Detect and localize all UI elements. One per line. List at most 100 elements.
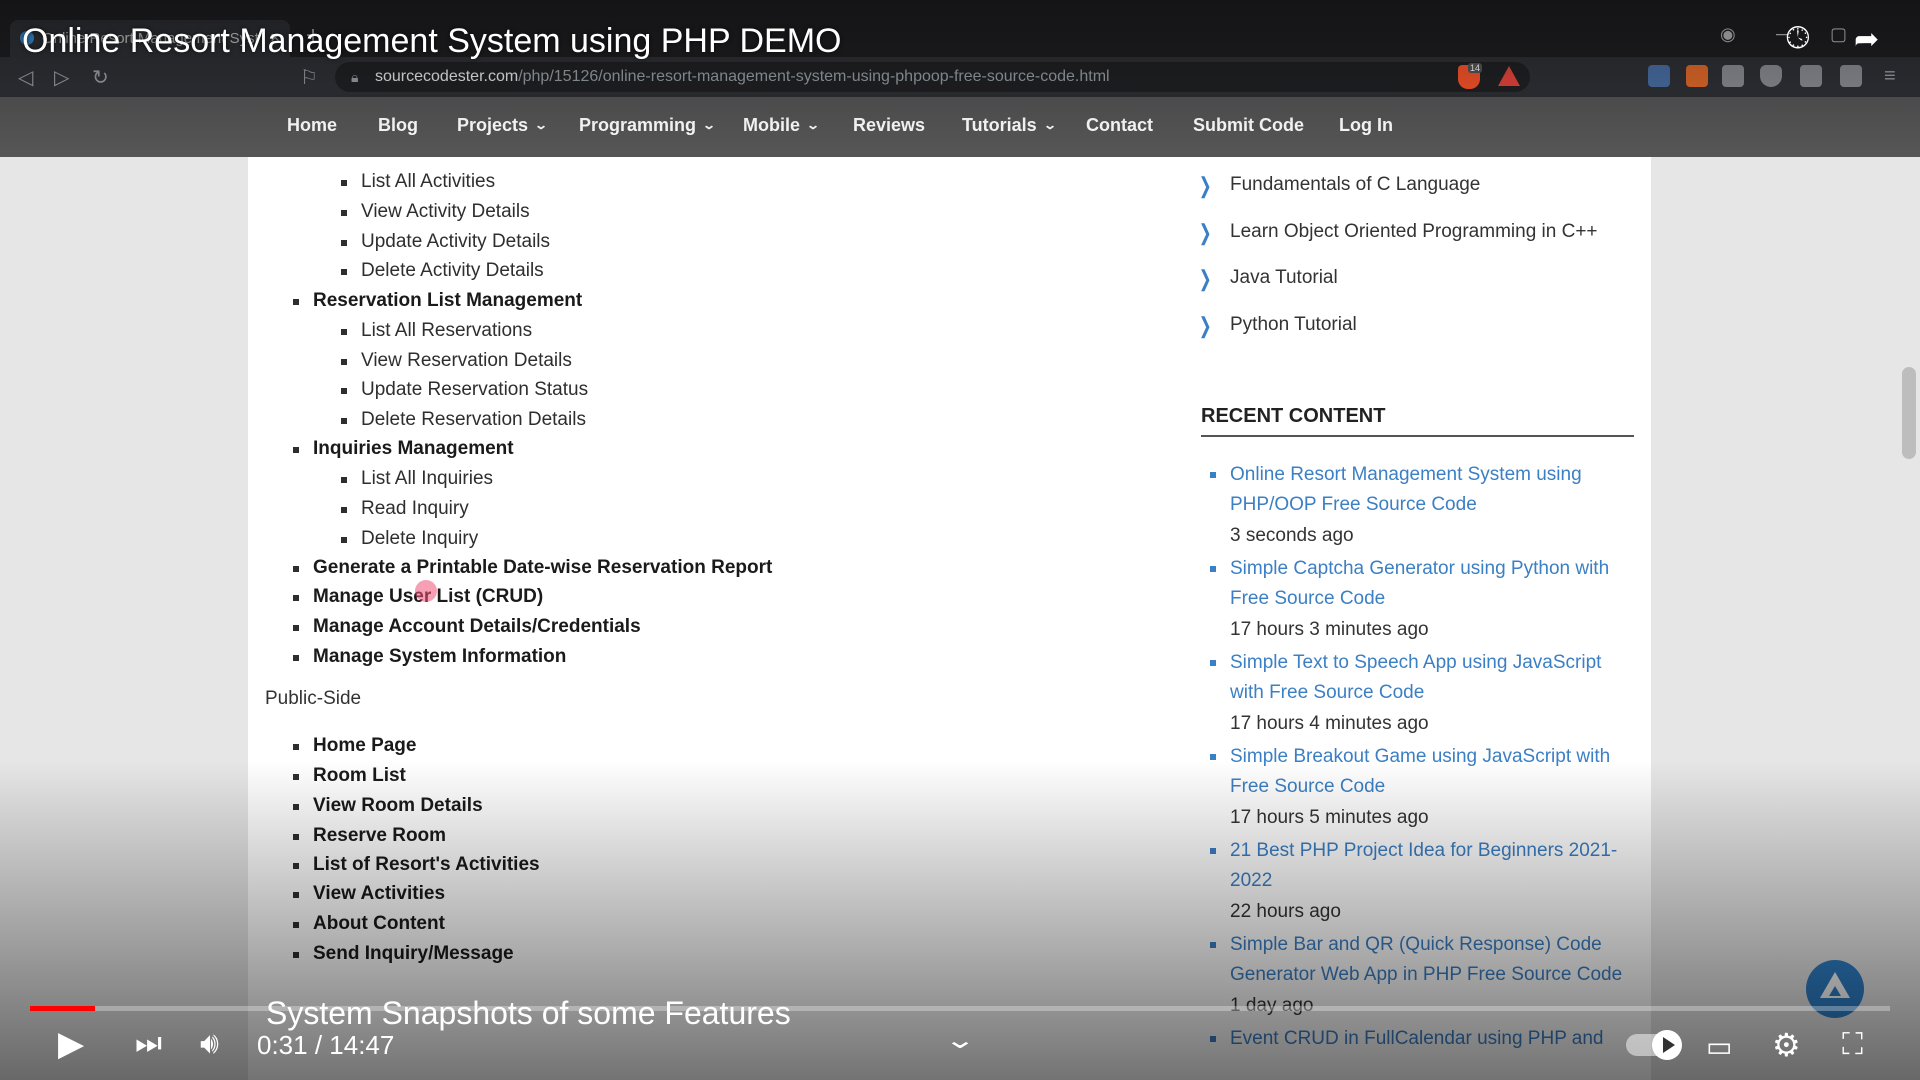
list-item: Read Inquiry [341,498,469,519]
back-icon[interactable]: ◁ [18,65,33,90]
sidebar-link[interactable]: Python Tutorial [1230,314,1357,336]
list-item: Reserve Room [292,825,447,846]
share-icon[interactable]: ➦ [1854,22,1879,57]
nav-label: Contact [1086,115,1153,135]
list-item: List All Activities [340,171,496,192]
chevron-right-icon: ❯ [1198,220,1212,245]
nav-blog[interactable]: Blog [378,97,418,157]
nav-reviews[interactable]: Reviews [853,97,925,157]
recent-content-link[interactable]: Simple Bar and QR (Quick Response) Code … [1230,930,1640,990]
volume-icon[interactable]: 🔊︎ [200,1027,219,1061]
video-title[interactable]: Online Resort Management System using PH… [22,22,842,61]
menu-icon[interactable]: ≡ [1884,65,1896,88]
nav-tutorials[interactable]: Tutorials ⌄ [962,97,1057,157]
list-item: Generate a Printable Date-wise Reservati… [292,557,773,578]
nav-label: Blog [378,115,418,135]
chevron-down-icon: ⌄ [702,118,717,132]
nav-mobile[interactable]: Mobile ⌄ [743,97,821,157]
bullet [1210,754,1216,760]
exit-fullscreen-icon[interactable]: ⛶ [1842,1028,1863,1062]
nav-label: Submit Code [1193,115,1304,135]
list-item: Delete Inquiry [340,528,479,549]
chevron-down-icon: ⌄ [805,118,821,132]
list-item: Delete Activity Details [341,260,544,281]
page-scrollbar[interactable] [1902,367,1916,459]
bullet [1210,472,1216,478]
autoplay-knob [1652,1030,1682,1060]
recent-content-link[interactable]: Simple Breakout Game using JavaScript wi… [1230,742,1640,802]
nav-label: Home [287,115,338,135]
nav-projects[interactable]: Projects ⌄ [457,97,549,157]
forward-icon[interactable]: ▷ [54,65,69,90]
list-item: Send Inquiry/Message [293,943,514,964]
list-item: Home Page [292,735,417,756]
autoplay-toggle[interactable] [1626,1030,1682,1060]
chevron-right-icon: ❯ [1198,266,1212,291]
swift-extension-icon[interactable] [1686,65,1708,87]
reload-icon[interactable]: ↻ [92,65,109,90]
subtitles-icon[interactable]: ▭ [1706,1030,1732,1063]
bullet [1210,942,1216,948]
list-item: List All Inquiries [340,468,494,489]
sidebar-link[interactable]: Learn Object Oriented Programming in C++ [1230,221,1598,243]
browser-toolbar: ◁ ▷ ↻ ⚐ 🔒︎ sourcecodester.com/php/15126/… [0,57,1920,97]
bullet [1210,1036,1216,1042]
nav-submit-code[interactable]: Submit Code [1193,97,1304,157]
list-item: Delete Reservation Details [341,409,586,430]
recent-content-time: 17 hours 4 minutes ago [1230,713,1429,734]
nav-home[interactable]: Home [287,97,337,157]
settings-gear-icon[interactable]: ⚙ [1772,1026,1801,1064]
progress-bar[interactable] [30,1006,1890,1011]
nav-label: Tutorials [962,115,1037,135]
nav-programming[interactable]: Programming ⌄ [579,97,717,157]
list-item: View Activities [292,883,446,904]
maximize-icon[interactable]: ▢ [1830,24,1847,45]
list-item: Manage System Information [292,646,567,667]
chevron-down-icon: ⌄ [534,118,549,132]
recent-content-link[interactable]: Online Resort Management System using PH… [1230,460,1640,520]
site-navbar: Home Blog Projects ⌄ Programming ⌄ Mobile ⌄… [0,97,1920,157]
list-item: View Reservation Details [341,350,572,371]
list-item: Update Reservation Status [340,379,589,400]
list-item: Reservation List Management [292,290,583,311]
bullet [1210,848,1216,854]
list-item: List All Reservations [340,320,533,341]
watch-later-icon[interactable]: 🕓︎ [1786,22,1810,56]
play-icon[interactable]: ▶ [58,1024,84,1064]
arrow-up-icon-inner [1829,986,1841,996]
page-content[interactable]: List All Activities View Activity Detail… [0,157,1920,1080]
url-field[interactable]: 🔒︎ sourcecodester.com/php/15126/online-r… [335,62,1530,92]
sidebar-link[interactable]: Java Tutorial [1230,267,1338,289]
shield-extension-icon[interactable] [1760,65,1782,87]
recent-content-link[interactable]: Event CRUD in FullCalendar using PHP and [1230,1024,1640,1054]
list-item: Room List [293,765,406,786]
tab-search-icon[interactable]: ◉ [1720,24,1736,45]
list-item: Update Activity Details [340,231,551,252]
bookmark-icon[interactable]: ⚐ [300,65,318,90]
nav-log-in[interactable]: Log In [1339,97,1393,157]
recent-content-heading: RECENT CONTENT [1201,405,1386,427]
brave-rewards-icon[interactable] [1498,66,1520,86]
next-icon[interactable]: ⏭︎ [135,1027,162,1061]
nav-label: Mobile [743,115,800,135]
video-frame[interactable]: Online Resort Management Syst × + ─ ▢ ◉ … [0,0,1920,1080]
translate-extension-icon[interactable] [1648,65,1670,87]
chevron-down-icon[interactable]: ⌄ [944,1026,976,1055]
wallet-icon[interactable] [1840,65,1862,87]
nav-label: Programming [579,115,697,135]
chapter-title[interactable]: System Snapshots of some Features [266,995,791,1032]
url-domain: sourcecodester.com [375,68,519,85]
camera-extension-icon[interactable] [1722,65,1744,87]
list-item: Manage Account Details/Credentials [293,616,641,637]
nav-contact[interactable]: Contact [1086,97,1153,157]
mouse-cursor-highlight [415,580,437,602]
recent-content-link[interactable]: Simple Text to Speech App using JavaScri… [1230,648,1640,708]
recent-content-link[interactable]: 21 Best PHP Project Idea for Beginners 2… [1230,836,1640,896]
shields-count-badge: 14 [1468,63,1483,73]
recent-content-link[interactable]: Simple Captcha Generator using Python wi… [1230,554,1640,614]
recent-content-time: 22 hours ago [1230,901,1341,922]
sidebar-link[interactable]: Fundamentals of C Language [1230,174,1480,196]
nav-label: Projects [457,115,529,135]
chevron-right-icon: ❯ [1198,313,1212,338]
extensions-puzzle-icon[interactable] [1800,65,1822,87]
